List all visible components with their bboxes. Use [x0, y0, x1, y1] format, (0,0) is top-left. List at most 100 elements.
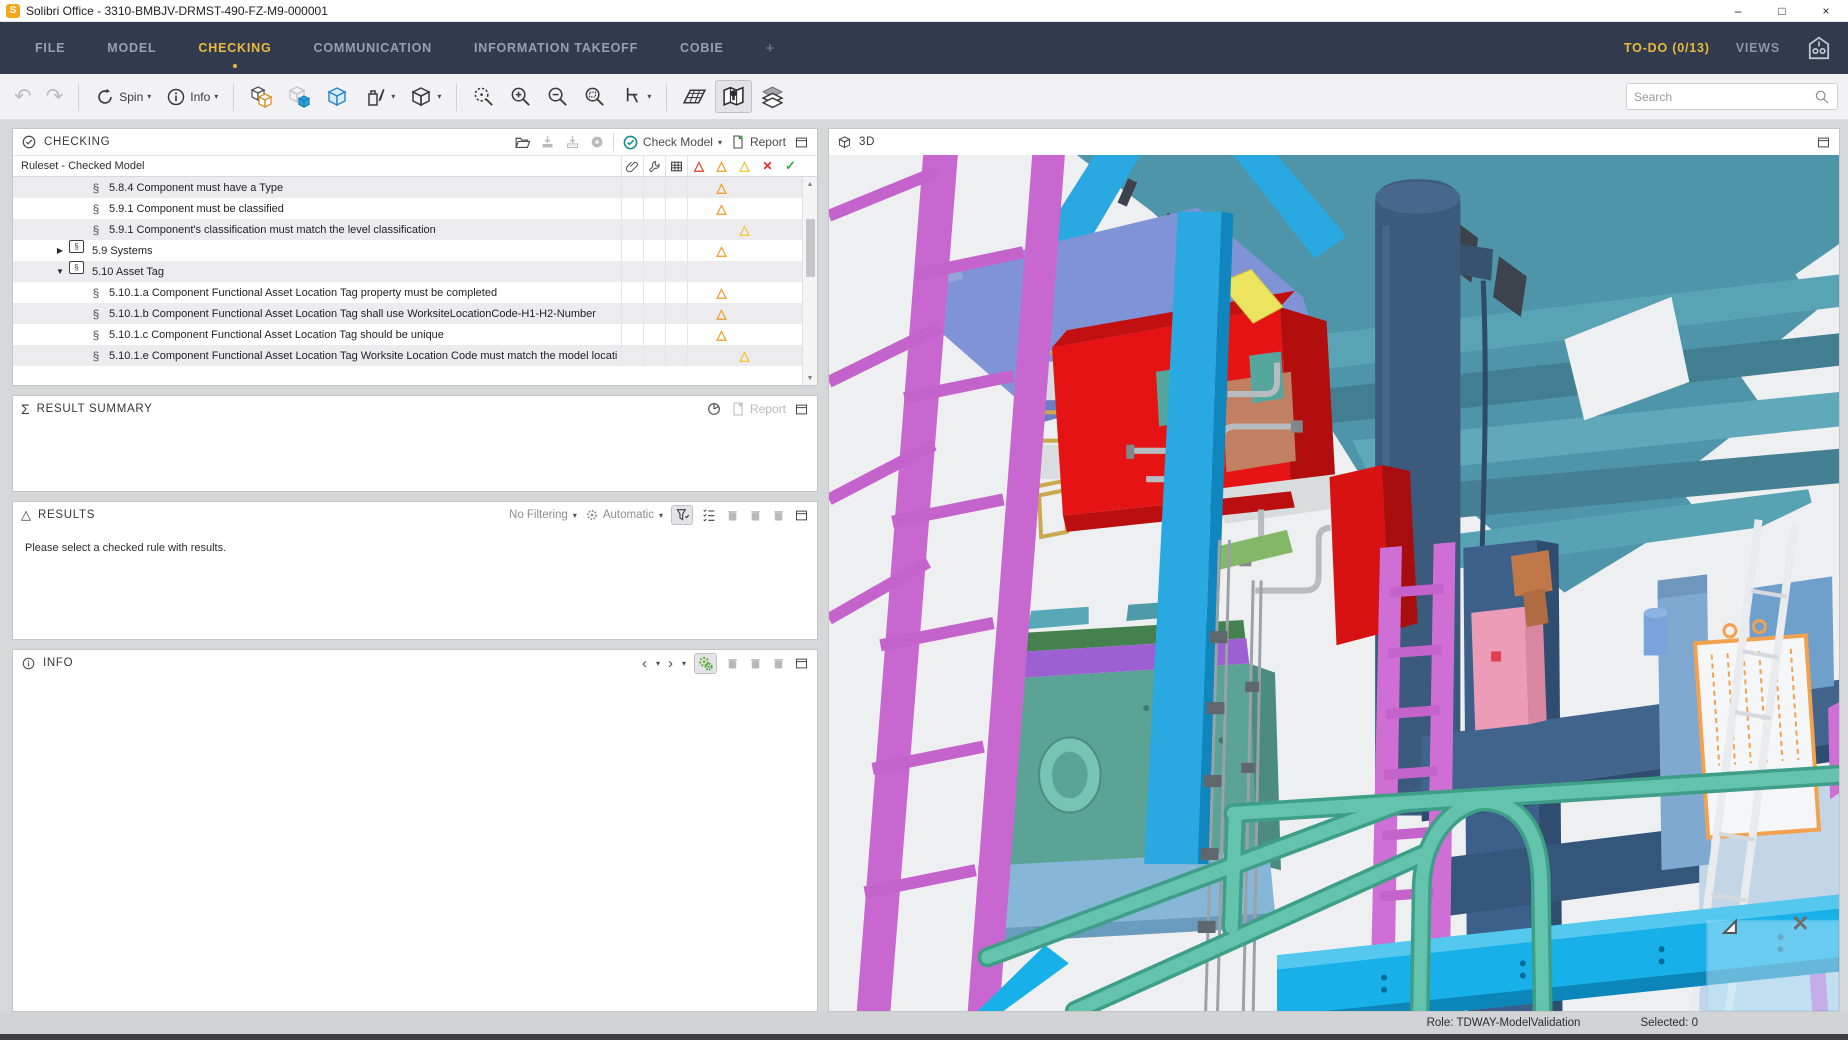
red-equipment-2[interactable] [1329, 464, 1418, 646]
expander-icon[interactable] [75, 282, 89, 303]
3d-panel-menu-button[interactable] [1816, 135, 1831, 150]
maximize-button[interactable]: □ [1760, 0, 1804, 21]
expander-icon[interactable] [75, 177, 89, 198]
import-ruleset-button[interactable] [564, 134, 581, 151]
transparent-component-button[interactable] [319, 81, 355, 113]
result-critical [687, 177, 710, 198]
results-filter-dropdown[interactable]: No Filtering ▾ [509, 509, 577, 521]
checking-rule-row[interactable]: § 5.10.1.a Component Functional Asset Lo… [13, 282, 802, 303]
checking-report-button[interactable]: Report [730, 134, 786, 150]
info-mode-button[interactable]: Info ▾ [159, 82, 224, 112]
menu-information-takeoff[interactable]: INFORMATION TAKEOFF [453, 22, 659, 74]
checking-rule-row[interactable]: § 5.9.1 Component must be classified △ [13, 198, 802, 219]
column-accepted[interactable]: ✓ [779, 156, 802, 176]
checking-scrollbar[interactable]: ▲ ▼ [802, 177, 817, 385]
map-view-button[interactable] [715, 80, 753, 113]
expander-icon[interactable] [75, 219, 89, 240]
menu-checking[interactable]: CHECKING [177, 22, 292, 74]
column-rejected[interactable]: ✕ [756, 156, 779, 176]
menu-communication[interactable]: COMMUNICATION [293, 22, 454, 74]
close-button[interactable]: × [1804, 0, 1848, 21]
info-back-dropdown[interactable]: ▾ [656, 659, 660, 668]
zoom-out-button[interactable] [540, 81, 575, 112]
undo-button[interactable]: ↶ [8, 82, 38, 111]
info-basket-1-button[interactable] [725, 656, 740, 671]
column-attachment[interactable] [621, 156, 643, 176]
info-forward-button[interactable]: › [668, 655, 673, 672]
column-parameters[interactable] [643, 156, 665, 176]
zoom-selected-button[interactable] [466, 81, 501, 112]
expander-icon[interactable] [75, 303, 89, 324]
checking-panel-menu-button[interactable] [794, 135, 809, 150]
checking-rule-row[interactable]: § 5.10.1.e Component Functional Asset Lo… [13, 345, 802, 366]
expander-icon[interactable]: ▶ [53, 240, 67, 261]
checking-rule-row[interactable]: § 5.9.1 Component's classification must … [13, 219, 802, 240]
spin-button[interactable]: Spin ▾ [88, 82, 157, 112]
hide-component-button[interactable] [281, 81, 317, 113]
cube-view-icon [411, 86, 431, 106]
search-icon[interactable] [1814, 89, 1830, 105]
info-basket-3-button[interactable] [771, 656, 786, 671]
todo-counter[interactable]: TO-DO (0/13) [1624, 41, 1710, 55]
view-preset-button[interactable]: ▾ [403, 81, 447, 113]
checking-rule-row[interactable]: ▶ § 5.9 Systems △ [13, 240, 802, 261]
info-forward-dropdown[interactable]: ▾ [682, 659, 686, 668]
results-reject-button[interactable] [748, 508, 763, 523]
info-settings-button[interactable] [694, 652, 717, 674]
check-model-button[interactable]: Check Model ▾ [622, 134, 722, 151]
layers-button[interactable] [754, 80, 791, 113]
column-moderate[interactable]: △ [710, 156, 733, 176]
minimize-button[interactable]: – [1716, 0, 1760, 21]
search-input[interactable] [1634, 89, 1814, 104]
result-accepted [779, 219, 802, 240]
open-ruleset-button[interactable] [514, 134, 531, 151]
results-panel-menu-button[interactable] [794, 508, 809, 523]
zoom-in-button[interactable] [503, 81, 538, 112]
summary-panel-menu-button[interactable] [794, 402, 809, 417]
rule-label: 5.9.1 Component's classification must ma… [109, 223, 436, 236]
3d-viewport[interactable] [829, 155, 1839, 1011]
menu-add-tab[interactable]: + [745, 22, 797, 74]
column-critical[interactable]: △ [687, 156, 710, 176]
checking-rule-row[interactable]: § 5.8.4 Component must have a Type △ [13, 177, 802, 198]
section-plane-button[interactable] [676, 80, 713, 113]
summary-chart-button[interactable] [706, 401, 722, 417]
result-moderate: △ [716, 179, 727, 195]
record-button[interactable] [589, 134, 605, 150]
markup-button[interactable]: ▾ [357, 81, 401, 113]
expander-icon[interactable]: ▼ [53, 261, 67, 282]
expander-icon[interactable] [75, 345, 89, 366]
zoom-window-button[interactable] [577, 81, 612, 112]
checking-rule-row[interactable]: ▼ § 5.10 Asset Tag [13, 261, 802, 282]
expander-icon[interactable] [75, 324, 89, 345]
redo-button[interactable]: ↷ [40, 82, 70, 111]
column-low[interactable]: △ [733, 156, 756, 176]
info-panel-menu-button[interactable] [794, 656, 809, 671]
save-ruleset-button[interactable] [539, 134, 556, 151]
select-tool-button[interactable]: ▾ [614, 81, 657, 112]
show-all-components-button[interactable] [243, 81, 279, 113]
info-basket-2-button[interactable] [748, 656, 763, 671]
results-accept-button[interactable] [725, 508, 740, 523]
menu-cobie[interactable]: COBIE [659, 22, 745, 74]
results-tree-view-button[interactable] [671, 505, 693, 525]
results-list-view-button[interactable] [701, 507, 717, 523]
results-clear-button[interactable] [771, 508, 786, 523]
pie-chart-icon [708, 403, 720, 415]
expander-icon[interactable] [75, 198, 89, 219]
solibri-mark-icon[interactable] [1806, 35, 1832, 61]
scroll-up-icon[interactable]: ▲ [807, 177, 814, 191]
info-back-button[interactable]: ‹ [642, 655, 647, 672]
results-automatic-dropdown[interactable]: Automatic ▾ [585, 508, 663, 522]
selection-area[interactable] [1706, 915, 1839, 1011]
scrollbar-thumb[interactable] [805, 219, 815, 277]
checking-rule-row[interactable]: § 5.10.1.b Component Functional Asset Lo… [13, 303, 802, 324]
checking-rule-row[interactable]: § 5.10.1.c Component Functional Asset Lo… [13, 324, 802, 345]
scroll-down-icon[interactable]: ▼ [807, 371, 814, 385]
menu-file[interactable]: FILE [14, 22, 86, 74]
menu-model[interactable]: MODEL [86, 22, 177, 74]
views-button[interactable]: VIEWS [1736, 41, 1780, 55]
3d-viewport-scene[interactable] [829, 155, 1839, 1011]
column-table[interactable] [665, 156, 687, 176]
summary-report-button[interactable]: Report [730, 401, 786, 417]
